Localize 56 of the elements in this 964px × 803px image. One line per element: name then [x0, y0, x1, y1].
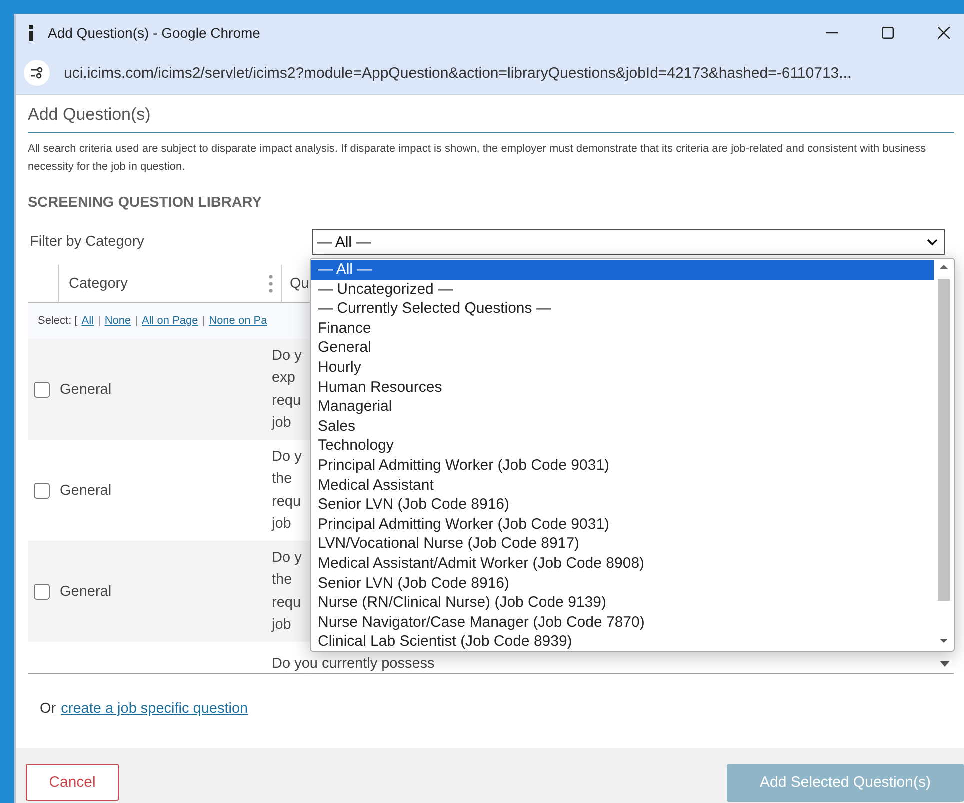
question-cell-text: Do y the requ job [272, 448, 302, 534]
dropdown-option[interactable]: Medical Assistant/Admit Worker (Job Code 8908) [311, 554, 934, 574]
dropdown-option[interactable]: — Uncategorized — [311, 280, 934, 300]
dropdown-option[interactable]: Medical Assistant [311, 476, 934, 496]
dropdown-option[interactable]: Finance [311, 318, 934, 338]
dropdown-option[interactable]: Principal Admitting Worker (Job Code 9031) [311, 514, 934, 534]
question-cell: Do you currently possess [272, 656, 435, 672]
dropdown-option[interactable]: — All — [311, 260, 934, 280]
info-icon [28, 25, 34, 41]
dropdown-option[interactable]: Nurse (RN/Clinical Nurse) (Job Code 9139) [311, 593, 934, 613]
separator-text: | [135, 315, 138, 327]
question-cell-text: Do y the requ job [272, 548, 302, 635]
create-question-link[interactable]: create a job specific question [61, 701, 248, 717]
select-link[interactable]: All on Page [142, 315, 198, 327]
dropdown-option[interactable]: Sales [311, 416, 934, 436]
dropdown-option[interactable]: Clinical Lab Scientist (Job Code 8939) [311, 632, 934, 652]
select-link[interactable]: All [82, 315, 94, 327]
dropdown-option[interactable]: Principal Admitting Worker (Job Code 9031) [311, 456, 934, 476]
question-cell-text: Do y exp requ job [272, 346, 302, 433]
disclaimer-text: All search criteria used are subject to disparate impact analysis. If disparate impact is shown, the employer must demonstrate that its criteria are job-related and consistent with business necessity for the job in question. [28, 142, 928, 175]
checkbox[interactable] [34, 584, 50, 600]
site-settings-icon[interactable] [24, 60, 50, 86]
select-link[interactable]: None on Pa [209, 315, 268, 327]
section-title: SCREENING QUESTION LIBRARY [28, 195, 263, 211]
close-icon[interactable] [938, 27, 950, 39]
dropdown-option[interactable]: Technology [311, 436, 934, 456]
dialog-title: Add Question(s) [28, 95, 954, 133]
dropdown-option[interactable]: Senior LVN (Job Code 8916) [311, 495, 934, 515]
chevron-icon [927, 238, 938, 246]
cancel-button[interactable]: Cancel [26, 764, 119, 801]
category-cell: General [60, 584, 112, 600]
create-prefix: Or [40, 701, 56, 717]
separator-text: | [98, 315, 101, 327]
column-menu-icon[interactable] [269, 274, 273, 292]
dropdown-option[interactable]: Senior LVN (Job Code 8916) [311, 574, 934, 594]
separator-text: | [202, 315, 206, 327]
scroll-down-icon[interactable] [940, 661, 950, 667]
column-header[interactable]: Qu [281, 265, 310, 302]
dropdown-option[interactable]: Human Resources [311, 378, 934, 398]
dropdown-option[interactable]: LVN/Vocational Nurse (Job Code 8917) [311, 534, 934, 554]
checkbox[interactable] [34, 382, 50, 398]
dropdown-option[interactable]: Hourly [311, 358, 934, 378]
category-select[interactable]: — All — [312, 229, 945, 255]
category-cell: General [60, 382, 112, 398]
dropdown-option[interactable]: Nurse Navigator/Case Manager (Job Code 7870) [311, 612, 934, 632]
category-cell: General [60, 482, 112, 498]
window-title: Add Question(s) - Google Chrome [48, 25, 260, 41]
select-label: Select: [ [38, 315, 78, 327]
dropdown-option[interactable]: General [311, 338, 934, 358]
select-link[interactable]: None [104, 315, 132, 327]
maximize-icon[interactable] [882, 27, 894, 39]
checkbox[interactable] [34, 482, 50, 498]
dropdown-option[interactable]: Managerial [311, 397, 934, 417]
column-header[interactable]: Category [59, 276, 269, 292]
dropdown-option[interactable]: — Currently Selected Questions — [311, 299, 934, 319]
filter-label: Filter by Category [29, 234, 146, 250]
